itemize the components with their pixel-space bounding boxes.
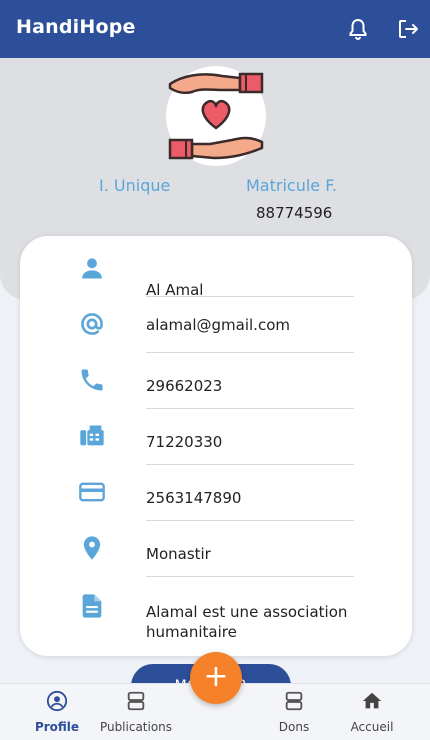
matricule-value: 88774596 (256, 204, 333, 222)
id-unique-label: I. Unique (99, 176, 171, 195)
nav-item-dons[interactable]: Dons (249, 690, 339, 734)
description-line-1: Alamal est une association (146, 603, 348, 621)
profile-info-card: Al Amal alamal@gmail.com 29662023 712203… (20, 236, 412, 656)
app-bar: HandiHope (0, 0, 430, 58)
location-pin-icon (78, 534, 106, 562)
divider (146, 576, 354, 577)
nav-label-accueil: Accueil (350, 720, 394, 734)
name-value: Al Amal (146, 281, 204, 299)
description-line-2: humanitaire (146, 623, 237, 641)
bell-icon[interactable] (346, 17, 370, 41)
app-title: HandiHope (16, 16, 136, 38)
divider (146, 520, 354, 521)
divider (146, 352, 354, 353)
nav-item-publications[interactable]: Publications (91, 690, 181, 734)
divider (146, 296, 354, 297)
organization-logo (166, 66, 266, 166)
fax-value: 71220330 (146, 433, 223, 451)
credit-card-icon (78, 478, 106, 506)
nav-label-publications: Publications (99, 720, 173, 734)
divider (146, 408, 354, 409)
phone-icon (78, 366, 106, 394)
profile-icon (46, 690, 68, 712)
home-icon (361, 690, 383, 712)
add-fab-button[interactable]: + (190, 652, 242, 704)
nav-item-accueil[interactable]: Accueil (327, 690, 417, 734)
nav-label-profile: Profile (34, 720, 80, 734)
card-value: 2563147890 (146, 489, 242, 507)
location-value: Monastir (146, 545, 211, 563)
document-icon (78, 592, 106, 620)
logout-icon[interactable] (396, 17, 420, 41)
publications-icon (125, 690, 147, 712)
fax-icon (78, 422, 106, 450)
nav-item-profile[interactable]: Profile (12, 690, 102, 734)
email-value: alamal@gmail.com (146, 316, 290, 334)
phone-value: 29662023 (146, 377, 223, 395)
person-icon (78, 254, 106, 282)
matricule-label: Matricule F. (246, 176, 337, 195)
divider (146, 464, 354, 465)
at-sign-icon (78, 310, 106, 338)
nav-label-dons: Dons (278, 720, 310, 734)
dons-icon (283, 690, 305, 712)
